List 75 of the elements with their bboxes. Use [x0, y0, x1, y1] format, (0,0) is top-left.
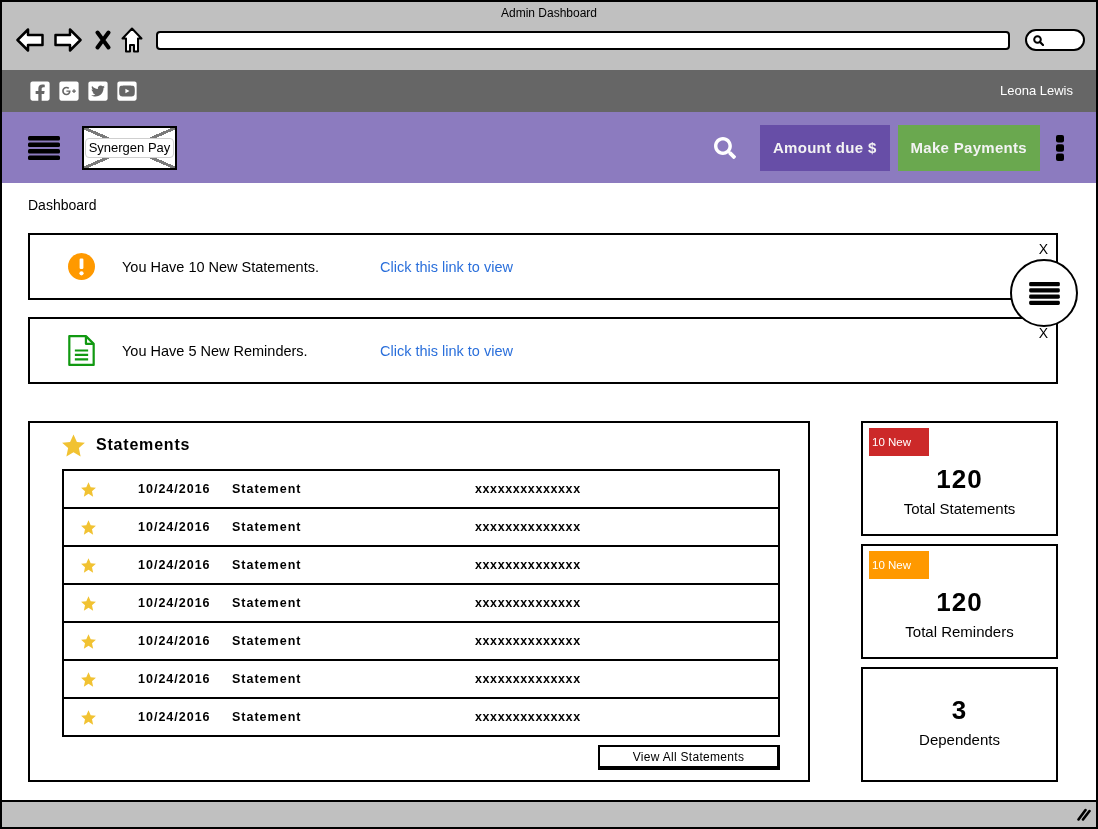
statement-type: Statement [232, 481, 303, 497]
view-link[interactable]: Click this link to view [380, 341, 513, 360]
menu-icon [1028, 281, 1060, 305]
statement-type: Statement [232, 709, 303, 725]
new-badge: 10 New [869, 551, 929, 579]
statement-number: xxxxxxxxxxxxxx [475, 595, 581, 611]
search-icon[interactable] [713, 136, 736, 159]
resize-grip-icon[interactable] [1077, 808, 1091, 821]
statement-row[interactable]: 10/24/2016 Statement xxxxxxxxxxxxxx [62, 583, 780, 623]
search-field[interactable] [1025, 29, 1085, 51]
facebook-icon[interactable] [29, 80, 51, 102]
youtube-icon[interactable] [116, 80, 138, 102]
logo-text: Synergen Pay [84, 137, 175, 158]
address-field[interactable] [156, 30, 1010, 50]
more-icon[interactable] [1056, 134, 1064, 161]
window-title: Admin Dashboard [500, 6, 598, 21]
statement-date: 10/24/2016 [138, 709, 212, 725]
statement-row[interactable]: 10/24/2016 Statement xxxxxxxxxxxxxx [62, 697, 780, 737]
statement-type: Statement [232, 519, 303, 535]
stat-label: Total Statements [903, 500, 1016, 518]
statement-date: 10/24/2016 [138, 633, 212, 649]
statement-row[interactable]: 10/24/2016 Statement xxxxxxxxxxxxxx [62, 469, 780, 509]
forward-arrow-icon[interactable] [54, 28, 82, 52]
close-button[interactable]: X [1037, 327, 1049, 339]
panel-title: Statements [96, 435, 191, 455]
amount-due-button[interactable]: Amount due $ [759, 124, 890, 171]
statement-type: Statement [232, 671, 303, 687]
star-icon[interactable] [81, 671, 96, 687]
statement-date: 10/24/2016 [138, 557, 212, 573]
user-name[interactable]: Leona Lewis [1000, 83, 1073, 99]
stat-value: 120 [936, 587, 983, 617]
statement-number: xxxxxxxxxxxxxx [475, 519, 581, 535]
star-icon[interactable] [81, 519, 96, 535]
star-icon[interactable] [81, 595, 96, 611]
star-icon[interactable] [81, 633, 96, 649]
statement-type: Statement [232, 633, 303, 649]
stat-label: Dependents [919, 730, 1000, 749]
page-title: Dashboard [28, 197, 97, 214]
statement-row[interactable]: 10/24/2016 Statement xxxxxxxxxxxxxx [62, 621, 780, 661]
search-icon [1033, 34, 1044, 46]
menu-icon[interactable] [28, 135, 60, 160]
google-plus-icon[interactable] [58, 80, 80, 102]
statement-date: 10/24/2016 [138, 595, 212, 611]
statement-number: xxxxxxxxxxxxxx [475, 671, 581, 687]
statement-date: 10/24/2016 [138, 481, 212, 497]
star-icon[interactable] [81, 557, 96, 573]
statement-row[interactable]: 10/24/2016 Statement xxxxxxxxxxxxxx [62, 659, 780, 699]
statement-row[interactable]: 10/24/2016 Statement xxxxxxxxxxxxxx [62, 545, 780, 585]
stat-value: 3 [951, 694, 968, 725]
home-icon[interactable] [121, 27, 143, 53]
statement-type: Statement [232, 595, 303, 611]
statement-number: xxxxxxxxxxxxxx [475, 709, 581, 725]
warning-icon [68, 253, 95, 280]
view-link[interactable]: Click this link to view [380, 257, 513, 276]
statement-row[interactable]: 10/24/2016 Statement xxxxxxxxxxxxxx [62, 507, 780, 547]
view-all-button[interactable]: View All Statements [598, 745, 780, 770]
document-icon [68, 335, 95, 366]
back-arrow-icon[interactable] [16, 28, 44, 52]
star-icon [62, 433, 85, 457]
alert-message: You Have 10 New Statements. [122, 257, 320, 276]
close-button[interactable]: X [1037, 243, 1049, 255]
statement-number: xxxxxxxxxxxxxx [475, 557, 581, 573]
twitter-icon[interactable] [87, 80, 109, 102]
stat-value: 120 [936, 464, 983, 494]
new-badge: 10 New [869, 428, 929, 456]
alert-message: You Have 5 New Reminders. [122, 341, 309, 360]
statement-number: xxxxxxxxxxxxxx [475, 481, 581, 497]
statement-type: Statement [232, 557, 303, 573]
star-icon[interactable] [81, 481, 96, 497]
statement-date: 10/24/2016 [138, 519, 212, 535]
star-icon[interactable] [81, 709, 96, 725]
statement-number: xxxxxxxxxxxxxx [475, 633, 581, 649]
stat-label: Total Reminders [905, 623, 1014, 641]
statement-date: 10/24/2016 [138, 671, 212, 687]
close-icon[interactable] [95, 30, 111, 50]
